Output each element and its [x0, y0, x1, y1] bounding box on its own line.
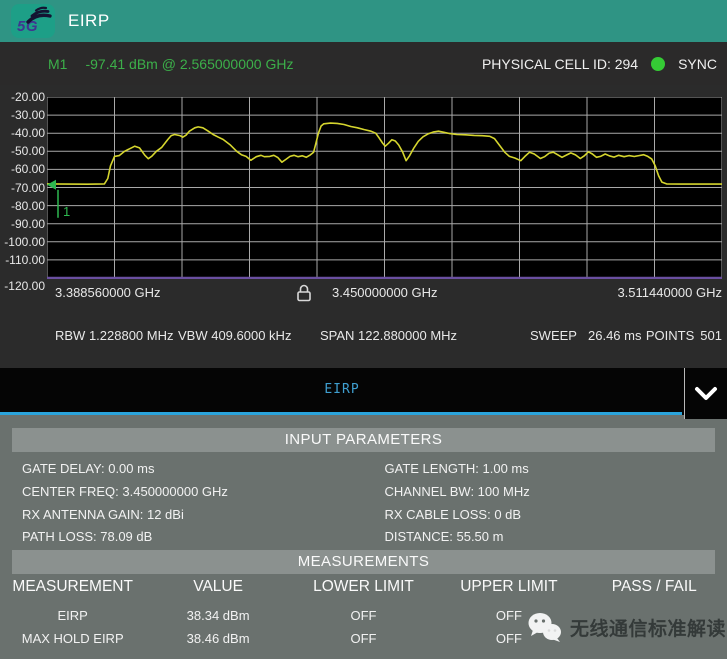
lock-icon[interactable]	[295, 283, 313, 306]
measurements-column-header: LOWER LIMIT	[291, 578, 436, 596]
table-cell: OFF	[291, 628, 436, 651]
points-readout: POINTS 501	[646, 328, 722, 343]
cell-sync-status: PHYSICAL CELL ID: 294 SYNC	[482, 42, 717, 85]
input-parameter: GATE DELAY: 0.00 ms	[22, 458, 364, 481]
watermark-text: 无线通信标准解读	[570, 614, 726, 641]
input-parameter: GATE LENGTH: 1.00 ms	[385, 458, 727, 481]
collapse-panel-button[interactable]	[684, 368, 727, 419]
marker-label: M1	[48, 56, 67, 72]
span-value: SPAN 122.880000 MHz	[320, 328, 457, 343]
chevron-down-icon	[693, 384, 719, 404]
instrument-screen: 5G EIRP M1 -97.41 dBm @ 2.565000000 GHz …	[0, 0, 727, 659]
input-parameter: CHANNEL BW: 100 MHz	[385, 481, 727, 504]
page-title: EIRP	[68, 0, 110, 42]
marker-value: -97.41 dBm @ 2.565000000 GHz	[85, 56, 293, 72]
y-axis-tick: -60.00	[0, 161, 45, 177]
y-axis-tick: -30.00	[0, 107, 45, 123]
marker-1-label: 1	[63, 204, 70, 219]
title-bar: 5G EIRP	[0, 0, 727, 42]
watermark: 无线通信标准解读	[527, 610, 726, 644]
sweep-settings-bar: RBW 1.228800 MHz VBW 409.6000 kHz SPAN 1…	[0, 328, 727, 350]
sweep-label: SWEEP	[530, 328, 577, 343]
tab-eirp[interactable]: EIRP	[0, 368, 684, 412]
input-parameters-right-column: GATE LENGTH: 1.00 msCHANNEL BW: 100 MHzR…	[364, 458, 727, 549]
y-axis-tick: -50.00	[0, 143, 45, 159]
points-value: 501	[700, 328, 722, 343]
table-cell: 38.34 dBm	[145, 605, 290, 628]
x-axis-stop-frequency: 3.511440000 GHz	[617, 285, 722, 300]
y-axis-tick: -100.00	[0, 234, 45, 250]
y-axis-tick: -110.00	[0, 252, 45, 268]
x-axis-center-frequency: 3.450000000 GHz	[332, 285, 438, 300]
signal-swoosh-icon	[25, 5, 53, 25]
x-axis-start-frequency: 3.388560000 GHz	[55, 285, 161, 300]
input-parameter: RX ANTENNA GAIN: 12 dBi	[22, 504, 364, 527]
marker-1-arrow-icon[interactable]	[47, 180, 56, 190]
measurements-table-header: MEASUREMENTVALUELOWER LIMITUPPER LIMITPA…	[0, 578, 727, 596]
table-cell: EIRP	[0, 605, 145, 628]
x-axis: 3.388560000 GHz 3.450000000 GHz 3.511440…	[0, 283, 727, 305]
y-axis-tick: -20.00	[0, 89, 45, 105]
input-parameter: CENTER FREQ: 3.450000000 GHz	[22, 481, 364, 504]
points-label: POINTS	[646, 328, 694, 343]
measurements-header: MEASUREMENTS	[12, 550, 715, 574]
rbw-value: RBW 1.228800 MHz	[55, 328, 174, 343]
y-axis-tick: -80.00	[0, 198, 45, 214]
input-parameter: PATH LOSS: 78.09 dB	[22, 526, 364, 549]
y-axis-tick: -70.00	[0, 180, 45, 196]
marker-status-bar: M1 -97.41 dBm @ 2.565000000 GHz PHYSICAL…	[0, 42, 727, 85]
measurements-column-header: UPPER LIMIT	[436, 578, 581, 596]
input-parameters-grid: GATE DELAY: 0.00 msCENTER FREQ: 3.450000…	[0, 458, 727, 549]
input-parameter: RX CABLE LOSS: 0 dB	[385, 504, 727, 527]
table-cell: OFF	[291, 605, 436, 628]
plot-area[interactable]: 1	[47, 97, 722, 279]
sweep-time-value: 26.46 ms	[588, 328, 641, 343]
spectrum-chart: -20.00 -30.00 -40.00 -50.00 -60.00 -70.00 -80.…	[0, 85, 727, 368]
vbw-value: VBW 409.6000 kHz	[178, 328, 291, 343]
input-parameters-left-column: GATE DELAY: 0.00 msCENTER FREQ: 3.450000…	[0, 458, 364, 549]
measurements-column-header: VALUE	[145, 578, 290, 596]
physical-cell-id: PHYSICAL CELL ID: 294	[482, 56, 638, 72]
table-cell: MAX HOLD EIRP	[0, 628, 145, 651]
input-parameter: DISTANCE: 55.50 m	[385, 526, 727, 549]
input-parameters-header: INPUT PARAMETERS	[12, 428, 715, 452]
measurement-tab-bar: EIRP	[0, 368, 727, 415]
y-axis-tick: -90.00	[0, 216, 45, 232]
table-cell: 38.46 dBm	[145, 628, 290, 651]
sync-label: SYNC	[678, 56, 717, 72]
sync-indicator-icon	[651, 57, 665, 71]
wechat-icon	[527, 610, 563, 644]
measurements-column-header: MEASUREMENT	[0, 578, 145, 596]
y-axis-tick: -40.00	[0, 125, 45, 141]
5g-logo: 5G	[11, 4, 55, 38]
measurements-column-header: PASS / FAIL	[582, 578, 727, 596]
marker-readout: M1 -97.41 dBm @ 2.565000000 GHz	[48, 42, 293, 85]
